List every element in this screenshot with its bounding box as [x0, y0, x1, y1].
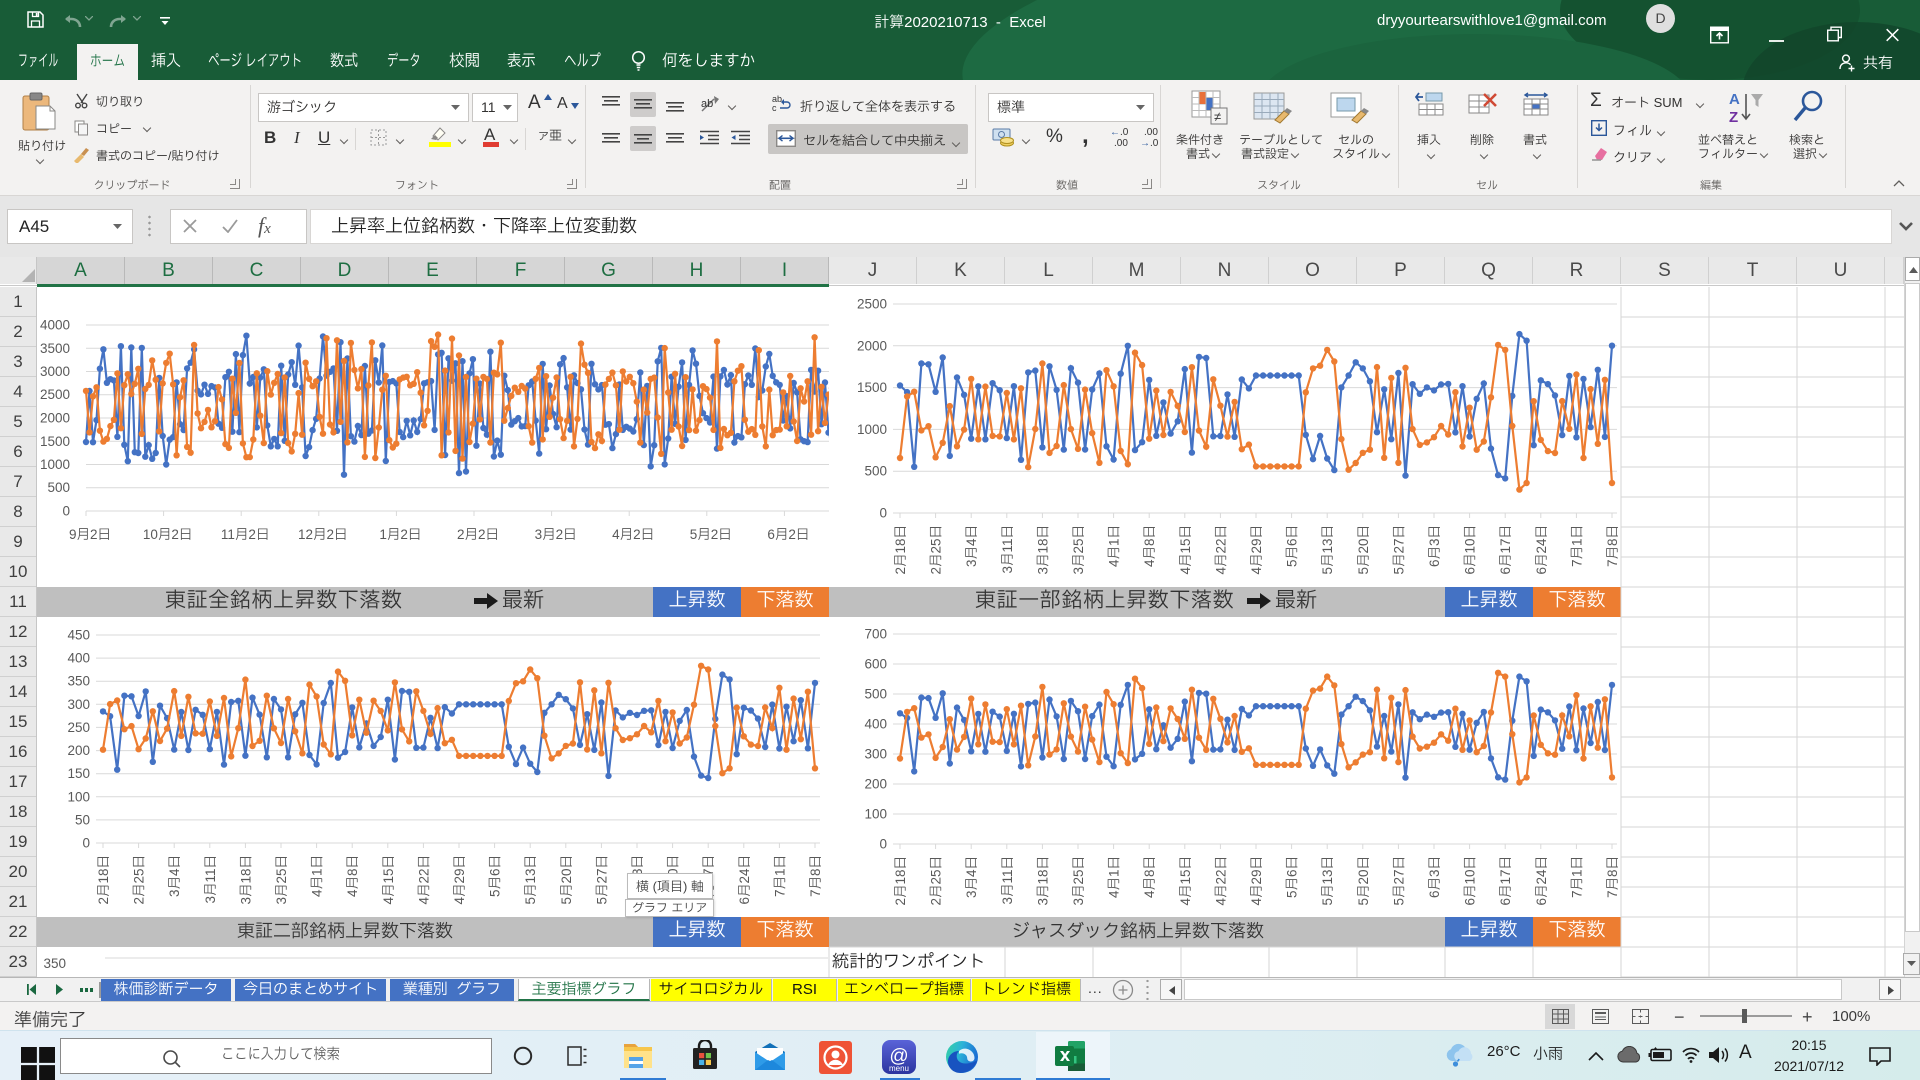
svg-text:Z: Z: [1729, 109, 1738, 126]
svg-text:A: A: [1729, 91, 1740, 108]
svg-text:menu: menu: [889, 1064, 909, 1073]
svg-text:c: c: [772, 103, 777, 113]
svg-text:ab: ab: [701, 98, 713, 110]
svg-text:≠: ≠: [1214, 109, 1221, 124]
